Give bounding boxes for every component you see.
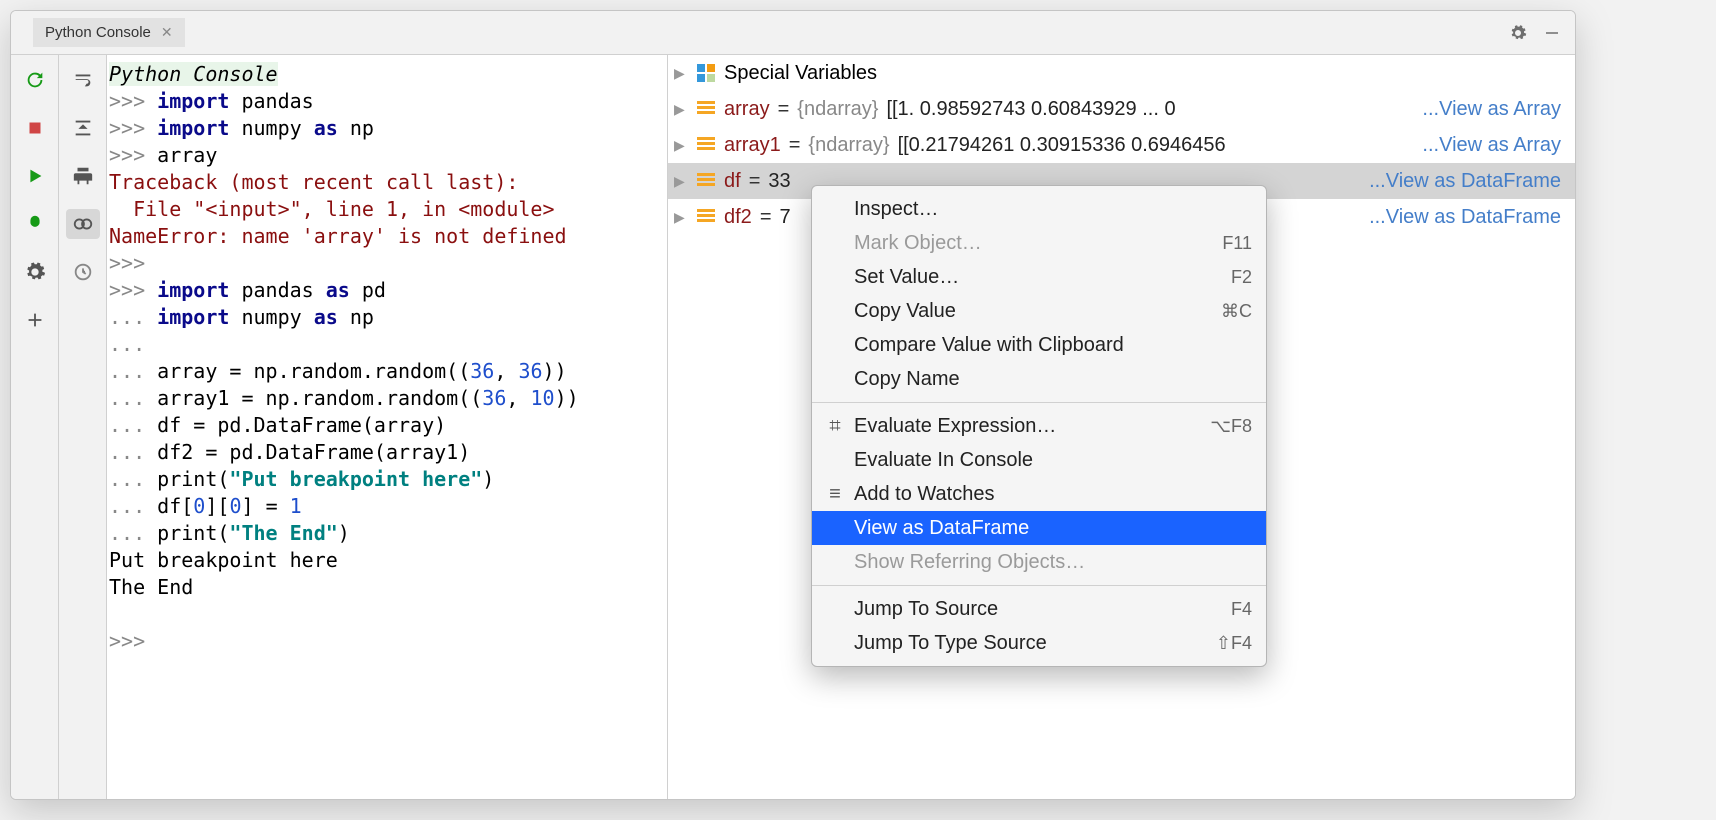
menu-label: Set Value… <box>854 263 959 291</box>
menu-shortcut: F4 <box>1231 595 1252 623</box>
menu-separator <box>812 402 1266 403</box>
menu-item-set-value[interactable]: Set Value… F2 <box>812 260 1266 294</box>
variable-context-menu: Inspect… Mark Object… F11 Set Value… F2 Copy … <box>811 185 1267 667</box>
menu-item-mark-object: Mark Object… F11 <box>812 226 1266 260</box>
array-icon <box>696 99 716 119</box>
tab-python-console[interactable]: Python Console ✕ <box>33 18 185 47</box>
variable-value: [[1. 0.98592743 0.60843929 ... 0 <box>886 94 1175 124</box>
menu-shortcut: F11 <box>1222 229 1252 257</box>
menu-label: Inspect… <box>854 195 938 223</box>
console-output[interactable]: Python Console >>> import pandas >>> imp… <box>107 55 667 799</box>
tab-label: Python Console <box>45 24 151 41</box>
variable-row-array[interactable]: ▶array = {ndarray} [[1. 0.98592743 0.608… <box>668 91 1575 127</box>
menu-label: Show Referring Objects… <box>854 548 1085 576</box>
variable-name: array <box>724 94 770 124</box>
expander-icon[interactable]: ▶ <box>674 94 688 124</box>
console-gutter <box>59 55 107 799</box>
close-icon[interactable]: ✕ <box>161 24 173 41</box>
menu-label: Compare Value with Clipboard <box>854 331 1124 359</box>
calc-icon: ⌗ <box>824 412 846 440</box>
menu-item-compare-value-with-clipboard[interactable]: Compare Value with Clipboard <box>812 328 1266 362</box>
special-vars-icon <box>696 63 716 83</box>
rerun-icon[interactable] <box>18 65 52 95</box>
console-settings-icon[interactable] <box>18 257 52 287</box>
print-icon[interactable] <box>66 161 100 191</box>
menu-label: View as DataFrame <box>854 514 1029 542</box>
array-icon <box>696 135 716 155</box>
menu-item-evaluate-expression[interactable]: ⌗ Evaluate Expression… ⌥F8 <box>812 409 1266 443</box>
variable-value: 7 <box>780 202 791 232</box>
variable-name: array1 <box>724 130 781 160</box>
menu-shortcut: ⌥F8 <box>1210 412 1252 440</box>
variable-row-array1[interactable]: ▶array1 = {ndarray} [[0.21794261 0.30915… <box>668 127 1575 163</box>
expander-icon[interactable]: ▶ <box>674 130 688 160</box>
watch-icon: ≡ <box>824 480 846 508</box>
variable-name: df2 <box>724 202 752 232</box>
variable-name: df <box>724 166 741 196</box>
variable-value: [[0.21794261 0.30915336 0.6946456 <box>898 130 1226 160</box>
menu-shortcut: ⇧F4 <box>1216 629 1252 657</box>
menu-item-add-to-watches[interactable]: ≡ Add to Watches <box>812 477 1266 511</box>
view-as-link[interactable]: ...View as DataFrame <box>1369 202 1569 232</box>
settings-gear-icon[interactable] <box>1503 18 1533 48</box>
menu-label: Jump To Type Source <box>854 629 1047 657</box>
menu-item-copy-name[interactable]: Copy Name <box>812 362 1266 396</box>
console-text: Python Console >>> import pandas >>> imp… <box>109 61 659 655</box>
menu-label: Add to Watches <box>854 480 994 508</box>
menu-separator <box>812 585 1266 586</box>
python-console-tool-window: Python Console ✕ <box>10 10 1576 800</box>
array-icon <box>696 171 716 191</box>
debug-icon[interactable] <box>18 209 52 239</box>
menu-item-jump-to-type-source[interactable]: Jump To Type Source ⇧F4 <box>812 626 1266 660</box>
tab-bar: Python Console ✕ <box>11 11 1575 55</box>
expander-icon[interactable]: ▶ <box>674 58 688 88</box>
history-icon[interactable] <box>66 257 100 287</box>
scroll-to-end-icon[interactable] <box>66 113 100 143</box>
expander-icon[interactable]: ▶ <box>674 202 688 232</box>
menu-label: Mark Object… <box>854 229 982 257</box>
expander-icon[interactable]: ▶ <box>674 166 688 196</box>
hide-tool-window-icon[interactable] <box>1537 18 1567 48</box>
stop-icon[interactable] <box>18 113 52 143</box>
variable-value: 33 <box>768 166 790 196</box>
menu-item-copy-value[interactable]: Copy Value ⌘C <box>812 294 1266 328</box>
array-icon <box>696 207 716 227</box>
menu-item-view-as-dataframe[interactable]: View as DataFrame <box>812 511 1266 545</box>
execution-gutter <box>11 55 59 799</box>
menu-item-inspect[interactable]: Inspect… <box>812 192 1266 226</box>
menu-shortcut: F2 <box>1231 263 1252 291</box>
menu-label: Evaluate Expression… <box>854 412 1056 440</box>
menu-label: Copy Value <box>854 297 956 325</box>
menu-item-show-referring-objects: Show Referring Objects… <box>812 545 1266 579</box>
view-as-link[interactable]: ...View as Array <box>1422 94 1569 124</box>
run-icon[interactable] <box>18 161 52 191</box>
variable-name: Special Variables <box>724 58 877 88</box>
menu-item-evaluate-in-console[interactable]: Evaluate In Console <box>812 443 1266 477</box>
new-console-icon[interactable] <box>18 305 52 335</box>
soft-wrap-icon[interactable] <box>66 65 100 95</box>
variable-row-special-variables[interactable]: ▶ Special Variables <box>668 55 1575 91</box>
menu-label: Jump To Source <box>854 595 998 623</box>
menu-label: Evaluate In Console <box>854 446 1033 474</box>
menu-shortcut: ⌘C <box>1221 297 1252 325</box>
show-variables-icon[interactable] <box>66 209 100 239</box>
view-as-link[interactable]: ...View as DataFrame <box>1369 166 1569 196</box>
menu-item-jump-to-source[interactable]: Jump To Source F4 <box>812 592 1266 626</box>
view-as-link[interactable]: ...View as Array <box>1422 130 1569 160</box>
menu-label: Copy Name <box>854 365 960 393</box>
